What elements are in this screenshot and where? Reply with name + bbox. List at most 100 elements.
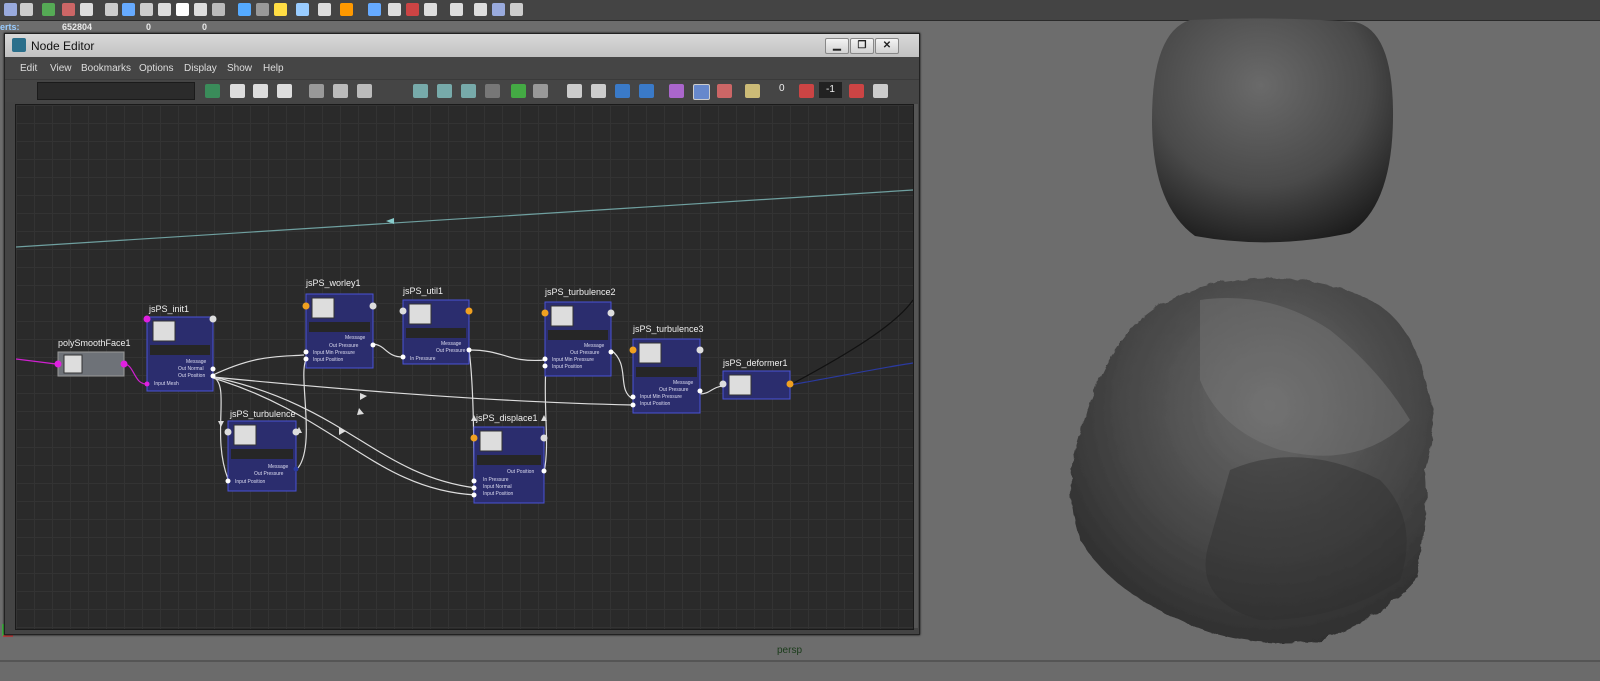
attr-out-pressure: Out Pressure xyxy=(329,343,359,349)
shelf-tool-icon[interactable] xyxy=(318,3,331,16)
node-thumbnail-icon xyxy=(728,374,752,396)
connection-turb3-deformer xyxy=(699,385,724,395)
shelf-tool-icon[interactable] xyxy=(450,3,463,16)
scrollbar[interactable] xyxy=(914,104,918,628)
shelf-tool-icon[interactable] xyxy=(122,3,135,16)
layout-2-icon[interactable] xyxy=(437,84,452,98)
shelf-tool-icon[interactable] xyxy=(158,3,171,16)
shelf-tool-icon[interactable] xyxy=(20,3,33,16)
shelf-tool-icon[interactable] xyxy=(388,3,401,16)
connection-worley-util xyxy=(372,343,404,358)
connection-inmesh xyxy=(16,358,57,365)
shelf-tool-icon[interactable] xyxy=(212,3,225,16)
add-node-icon[interactable] xyxy=(309,84,324,98)
node-jsPS_turbulence2[interactable]: jsPS_turbulence2 Message Out Pressure In… xyxy=(541,287,616,377)
shelf-tool-icon[interactable] xyxy=(140,3,153,16)
connection-deformer-out-black xyxy=(789,299,913,386)
shelf-tool-icon[interactable] xyxy=(296,3,309,16)
shelf-tool-icon[interactable] xyxy=(176,3,189,16)
layout-4-icon[interactable] xyxy=(485,84,500,98)
graph-input-output-icon[interactable] xyxy=(205,84,220,98)
frame-icon[interactable] xyxy=(533,84,548,98)
pin-icon[interactable] xyxy=(511,84,526,98)
menu-bookmarks[interactable]: Bookmarks xyxy=(81,63,131,74)
node-thumbnail-icon xyxy=(233,424,257,446)
node-polySmoothFace1[interactable]: polySmoothFace1 xyxy=(54,338,131,377)
connection-deformer-out-blue xyxy=(789,362,913,386)
node-jsPS_init1[interactable]: jsPS_init1 Message Out Normal Out Positi… xyxy=(143,304,217,392)
shelf-tool-icon[interactable] xyxy=(510,3,523,16)
close-button[interactable]: ✕ xyxy=(875,38,899,54)
menu-edit[interactable]: Edit xyxy=(20,63,37,74)
node-jsPS_deformer1[interactable]: jsPS_deformer1 xyxy=(719,358,794,400)
port-out[interactable] xyxy=(120,360,128,368)
connection-turb2-turb3 xyxy=(610,349,634,400)
shelf-tool-icon[interactable] xyxy=(4,3,17,16)
node-thumbnail-icon xyxy=(63,354,83,374)
remove-node-icon[interactable] xyxy=(333,84,348,98)
port-in[interactable] xyxy=(54,360,62,368)
node-graph-canvas[interactable]: polySmoothFace1 jsPS_init1 Message Out N… xyxy=(15,104,914,630)
node-title: jsPS_init1 xyxy=(148,304,189,314)
shelf-tool-icon[interactable] xyxy=(424,3,437,16)
attr-display-active-icon[interactable] xyxy=(693,84,710,100)
attr-out-pressure: Out Pressure xyxy=(436,348,466,354)
node-editor-window[interactable]: Node Editor ▁ ❐ ✕ Edit View Bookmarks Op… xyxy=(4,33,920,635)
attr-in-pressure: In Pressure xyxy=(410,356,436,362)
attr-input-min-pressure: Input Min Pressure xyxy=(640,394,682,400)
menu-view[interactable]: View xyxy=(50,63,72,74)
shelf-tool-icon[interactable] xyxy=(474,3,487,16)
attr-out-pressure: Out Pressure xyxy=(570,350,600,356)
shelf-tool-icon[interactable] xyxy=(62,3,75,16)
swatch-icon[interactable] xyxy=(873,84,888,98)
shelf-tool-icon[interactable] xyxy=(80,3,93,16)
node-jsPS_turbulence3[interactable]: jsPS_turbulence3 Message Out Pressure In… xyxy=(629,324,704,414)
filter-input[interactable] xyxy=(37,82,195,100)
lock-icon[interactable] xyxy=(745,84,760,98)
hud-poly-count: erts: 652804 0 0 xyxy=(0,20,300,34)
attr-input-normal: Input Normal xyxy=(483,484,512,490)
graph-clear-icon[interactable] xyxy=(277,84,292,98)
delete-icon[interactable] xyxy=(357,84,372,98)
shelf-tool-icon[interactable] xyxy=(492,3,505,16)
shelf-tool-icon[interactable] xyxy=(105,3,118,16)
node-jsPS_displace1[interactable]: jsPS_displace1 Out Position In Pressure … xyxy=(470,413,548,504)
value-field[interactable]: -1 xyxy=(819,82,842,98)
attr-message: Message xyxy=(673,380,694,386)
menu-help[interactable]: Help xyxy=(263,63,284,74)
arrow-left-icon[interactable] xyxy=(615,84,630,98)
attr-hide-icon[interactable] xyxy=(717,84,732,98)
menu-options[interactable]: Options xyxy=(139,63,173,74)
graph-input-icon[interactable] xyxy=(230,84,245,98)
shelf-tool-icon[interactable] xyxy=(238,3,251,16)
disconnect-icon[interactable] xyxy=(849,84,864,98)
layout-1-icon[interactable] xyxy=(413,84,428,98)
bookmark-remove-icon[interactable] xyxy=(591,84,606,98)
layout-3-icon[interactable] xyxy=(461,84,476,98)
graph-output-icon[interactable] xyxy=(253,84,268,98)
shelf-tool-icon[interactable] xyxy=(194,3,207,16)
bookmark-add-icon[interactable] xyxy=(567,84,582,98)
viewport-bottom-bar xyxy=(0,660,1600,681)
shelf-tool-icon[interactable] xyxy=(340,3,353,16)
connection-util-turb2 xyxy=(468,349,547,362)
node-title: polySmoothFace1 xyxy=(58,338,131,348)
node-editor-titlebar[interactable]: Node Editor ▁ ❐ ✕ xyxy=(5,34,919,58)
rock-face-highlight xyxy=(1200,298,1410,456)
node-jsPS_worley1[interactable]: jsPS_worley1 Message Out Pressure Input … xyxy=(302,278,377,369)
connect-icon[interactable] xyxy=(799,84,814,98)
maximize-button[interactable]: ❐ xyxy=(850,38,874,54)
shelf-tool-icon[interactable] xyxy=(368,3,381,16)
shelf-tool-icon[interactable] xyxy=(42,3,55,16)
shelf-tool-icon[interactable] xyxy=(256,3,269,16)
arrow-right-icon[interactable] xyxy=(639,84,654,98)
shelf-tool-icon[interactable] xyxy=(274,3,287,16)
node-jsPS_util1[interactable]: jsPS_util1 Message Out Pressure In Press… xyxy=(399,286,473,365)
shelf-tool-icon[interactable] xyxy=(406,3,419,16)
attr-display-icon[interactable] xyxy=(669,84,684,98)
node-title: jsPS_deformer1 xyxy=(722,358,788,368)
menu-display[interactable]: Display xyxy=(184,63,217,74)
node-jsPS_turbulence1[interactable]: jsPS_turbulence Message Out Pressure Inp… xyxy=(224,409,300,492)
minimize-button[interactable]: ▁ xyxy=(825,38,849,54)
menu-show[interactable]: Show xyxy=(227,63,252,74)
